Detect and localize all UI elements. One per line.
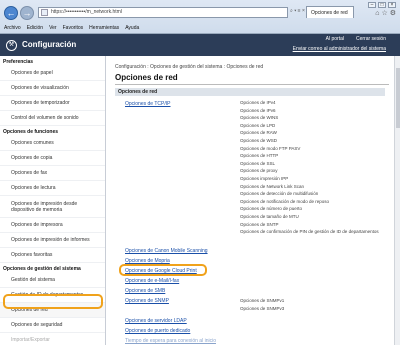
sidebar-item-import-export[interactable]: Importar/Exportar (0, 333, 105, 345)
sidebar-item-report[interactable]: Opciones de impresión de informes (0, 233, 105, 248)
tcpip-desc-line: Opciones de Network Link Scan (240, 183, 305, 189)
smb-link[interactable]: Opciones de SMB (125, 288, 165, 294)
menu-archivo[interactable]: Archivo (4, 23, 21, 34)
canon-mobile-scanning-link[interactable]: Opciones de Canon Mobile Scanning (125, 248, 208, 254)
tcpip-desc-line: Opciones de SNTP (240, 221, 279, 227)
tcpip-desc-line: Opciones de IPv6 (240, 107, 276, 113)
title-divider (115, 84, 389, 85)
tcpip-desc-line: Opciones de IPv4 (240, 100, 276, 105)
tcpip-desc-line: Opciones de confirmación de PIN de gesti… (240, 229, 379, 235)
tcpip-desc-line: Opciones de detección de multidifusión (240, 191, 319, 197)
snmp-description: Opciones de SNMPv1 Opciones de SNMPv3 (240, 297, 386, 312)
browser-tab[interactable]: Opciones de red (306, 6, 354, 18)
sidebar-item-copy[interactable]: Opciones de copia (0, 151, 105, 166)
portal-link[interactable]: Al portal (326, 36, 344, 42)
tcpip-desc-line: Opciones de notificación de modo de repo… (240, 198, 330, 204)
tcpip-desc-line: Opciones de LPD (240, 122, 276, 128)
ldap-server-link[interactable]: Opciones de servidor LDAP (125, 318, 187, 324)
sidebar-item-memory-print[interactable]: Opciones de impresión desde dispositivo … (0, 196, 105, 218)
app-header: ⚒ Configuración Al portal Cerrar sesión … (0, 34, 400, 56)
admin-mail-link[interactable]: Enviar correo al administrador del siste… (293, 46, 386, 52)
tcpip-description: Opciones de IPv4 Opciones de IPv6 Opcion… (240, 99, 386, 236)
home-icon[interactable]: ⌂ (375, 10, 379, 17)
window-buttons: – □ × (368, 2, 396, 8)
tab-label: Opciones de red (311, 10, 348, 16)
menu-ver[interactable]: Ver (49, 23, 57, 34)
snmp-desc-line: Opciones de SNMPv3 (240, 305, 285, 311)
sidebar-item-favorites[interactable]: Opciones favoritas (0, 248, 105, 263)
sidebar-item-fax[interactable]: Opciones de fax (0, 166, 105, 181)
menu-herramientas[interactable]: Herramientas (89, 23, 119, 34)
google-cloud-print-highlight-ring (119, 264, 207, 276)
back-icon[interactable]: ← (4, 6, 18, 20)
address-tools[interactable]: ⌕ ▾ ≡ × (290, 8, 305, 14)
sidebar-heading-system: Opciones de gestión del sistema (3, 266, 81, 272)
menu-bar: Archivo Edición Ver Favoritos Herramient… (0, 23, 400, 34)
scrollbar[interactable] (394, 56, 400, 345)
tcpip-desc-line: Opciones de modo FTP PASV (240, 145, 301, 151)
menu-ayuda[interactable]: Ayuda (125, 23, 139, 34)
header-links: Al portal Cerrar sesión (326, 36, 386, 42)
browser-toolbar-icons: ⌂ ☆ ⚙ (375, 9, 396, 17)
tcpip-desc-line: Opciones impresión IPP (240, 175, 289, 181)
sidebar-item-timer[interactable]: Opciones de temporizador (0, 96, 105, 111)
tcpip-desc-line: Opciones de RAW (240, 130, 277, 136)
sidebar-item-system-management[interactable]: Gestión del sistema (0, 273, 105, 288)
tcpip-link[interactable]: Opciones de TCP/IP (125, 101, 171, 107)
favorites-icon[interactable]: ☆ (381, 10, 387, 17)
sidebar-item-volume[interactable]: Control del volumen de sonido (0, 111, 105, 126)
tcpip-desc-line: Opciones de WSD (240, 137, 278, 143)
sidebar-item-printer[interactable]: Opciones de impresora (0, 218, 105, 233)
sidebar-item-paper[interactable]: Opciones de papel (0, 66, 105, 81)
sidebar-item-security[interactable]: Opciones de seguridad (0, 318, 105, 333)
sidebar-item-scan[interactable]: Opciones de lectura (0, 181, 105, 196)
network-highlight-ring (3, 294, 103, 309)
maximize-icon[interactable]: □ (378, 2, 386, 8)
tcpip-desc-line: Opciones de tamaño de MTU (240, 213, 299, 219)
email-ifax-link[interactable]: Opciones de e-Mail/I-fax (125, 278, 179, 284)
address-bar[interactable]: https://•••••••••••/m_network.html (38, 7, 288, 18)
logout-link[interactable]: Cerrar sesión (356, 36, 386, 42)
sidebar-heading-preferences: Preferencias (3, 59, 34, 65)
breadcrumb: Configuración : Opciones de gestión del … (115, 64, 264, 70)
page-title: Opciones de red (115, 73, 178, 82)
page-icon (41, 9, 48, 16)
snmp-desc-line: Opciones de SNMPv1 (240, 298, 285, 303)
close-icon[interactable]: × (388, 2, 396, 8)
scrollbar-thumb[interactable] (396, 68, 400, 128)
menu-favoritos[interactable]: Favoritos (63, 23, 84, 34)
browser-chrome: ← → https://•••••••••••/m_network.html ⌕… (0, 0, 400, 34)
settings-logo-icon: ⚒ (6, 40, 17, 51)
sidebar-item-common[interactable]: Opciones comunes (0, 136, 105, 151)
app-title: Configuración (22, 40, 77, 49)
tcpip-desc-line: Opciones de WINS (240, 115, 279, 121)
tcpip-desc-line: Opciones de número de puerto (240, 206, 303, 212)
main-content: Configuración : Opciones de gestión del … (106, 56, 400, 345)
forward-icon[interactable]: → (20, 6, 34, 20)
sidebar-item-display[interactable]: Opciones de visualización (0, 81, 105, 96)
tcpip-desc-line: Opciones de proxy (240, 168, 278, 174)
startup-wait-link[interactable]: Tiempo de espera para conexión al inicio (125, 338, 216, 344)
minimize-icon[interactable]: – (368, 2, 376, 8)
tcpip-desc-line: Opciones de HTTP (240, 153, 279, 159)
menu-edicion[interactable]: Edición (27, 23, 43, 34)
dedicated-port-link[interactable]: Opciones de puerto dedicado (125, 328, 190, 334)
settings-icon[interactable]: ⚙ (390, 10, 396, 17)
snmp-link[interactable]: Opciones de SNMP (125, 298, 169, 304)
section-heading: Opciones de red (115, 88, 385, 96)
address-url: https://•••••••••••/m_network.html (51, 9, 122, 15)
tcpip-desc-line: Opciones de SSL (240, 160, 276, 166)
sidebar-heading-functions: Opciones de funciones (3, 129, 59, 135)
